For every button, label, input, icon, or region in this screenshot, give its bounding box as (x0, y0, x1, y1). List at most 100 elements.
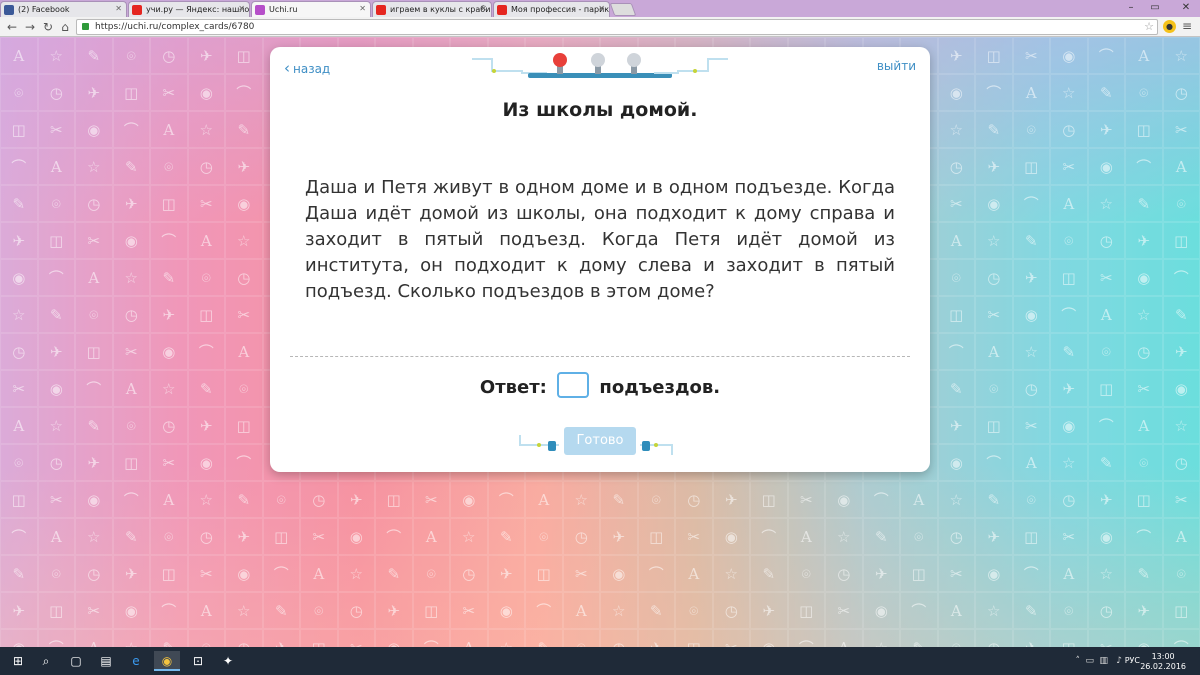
pattern-tile: ◫ (225, 407, 263, 444)
pattern-tile: A (0, 37, 38, 74)
tab-facebook[interactable]: (2) Facebook ✕ (0, 1, 127, 17)
exit-link[interactable]: выйти (877, 59, 916, 73)
close-window-icon[interactable]: ✕ (1172, 0, 1200, 16)
pattern-tile: ☆ (187, 111, 225, 148)
pattern-tile: ⌾ (187, 629, 225, 647)
back-link[interactable]: ‹ назад (284, 59, 330, 77)
pattern-tile: A (1012, 444, 1050, 481)
pattern-tile: ◷ (187, 518, 225, 555)
close-tab-icon[interactable]: ✕ (480, 4, 487, 13)
language-indicator[interactable]: РУС (1125, 656, 1140, 665)
pattern-tile: ⌒ (37, 629, 75, 647)
app-icon[interactable]: ✦ (218, 651, 238, 671)
forward-arrow-icon[interactable]: → (22, 19, 38, 35)
store-icon[interactable]: ⊡ (188, 651, 208, 671)
pattern-tile: ✂ (1087, 629, 1125, 647)
pattern-tile: ◉ (712, 518, 750, 555)
pattern-tile: ☆ (1087, 555, 1125, 592)
pattern-tile: ⌾ (1087, 333, 1125, 370)
pattern-tile: ☆ (1050, 444, 1088, 481)
volume-icon[interactable]: ♪ (1116, 656, 1122, 666)
pattern-tile: ✎ (37, 296, 75, 333)
pattern-tile: ◫ (637, 518, 675, 555)
back-arrow-icon[interactable]: ← (4, 19, 20, 35)
pattern-tile: ✎ (0, 185, 38, 222)
pattern-tile: A (150, 111, 188, 148)
pattern-tile: ⌒ (1012, 185, 1050, 222)
minimize-icon[interactable]: – (1120, 0, 1142, 16)
pattern-tile: ✈ (975, 148, 1013, 185)
reload-icon[interactable]: ↻ (40, 19, 56, 35)
close-tab-icon[interactable]: ✕ (598, 4, 605, 13)
pattern-tile: A (525, 481, 563, 518)
pattern-tile: ✂ (450, 592, 488, 629)
maximize-icon[interactable]: ▭ (1144, 0, 1166, 16)
new-tab-button[interactable] (609, 3, 637, 16)
pattern-tile: ✎ (1012, 222, 1050, 259)
pattern-tile: ✈ (1050, 370, 1088, 407)
chrome-icon[interactable]: ◉ (154, 651, 180, 671)
pattern-tile: ◷ (150, 37, 188, 74)
windows-start-icon[interactable]: ⊞ (8, 651, 28, 671)
pattern-tile: ✂ (937, 185, 975, 222)
pattern-tile: ◉ (225, 555, 263, 592)
tab-yandex-dolls[interactable]: играем в куклы с крабик ✕ (372, 1, 492, 17)
pattern-tile: ⌾ (225, 370, 263, 407)
pattern-tile: ◫ (900, 555, 938, 592)
extension-icon[interactable]: ● (1163, 20, 1176, 33)
pattern-tile: ✎ (75, 37, 113, 74)
pattern-tile: A (1050, 555, 1088, 592)
pattern-tile: A (1162, 518, 1200, 555)
edge-icon[interactable]: e (126, 651, 146, 671)
address-bar[interactable]: https://uchi.ru/complex_cards/6780 ☆ (76, 19, 1158, 35)
pattern-tile: ⌾ (1012, 481, 1050, 518)
search-icon[interactable]: ⌕ (36, 651, 56, 671)
pattern-tile: ◉ (37, 370, 75, 407)
chevron-left-icon: ‹ (284, 59, 290, 77)
pattern-tile: ◷ (300, 481, 338, 518)
done-button[interactable]: Готово (564, 427, 636, 455)
pattern-tile: ⌒ (1050, 296, 1088, 333)
pattern-tile: ◉ (1050, 407, 1088, 444)
progress-indicator (472, 53, 728, 78)
pattern-tile: ◫ (187, 296, 225, 333)
task-view-icon[interactable]: ▢ (66, 651, 86, 671)
home-icon[interactable]: ⌂ (57, 19, 73, 35)
pattern-tile: ◷ (225, 629, 263, 647)
notifications-icon[interactable]: ▭ (1085, 656, 1094, 666)
problem-text: Даша и Петя живут в одном доме и в одном… (305, 177, 895, 302)
tab-yandex-search[interactable]: учи.ру — Яндекс: нашлос ✕ (128, 1, 250, 17)
pattern-tile: ⌒ (1125, 148, 1163, 185)
progress-bulb (591, 53, 605, 67)
pattern-tile: ✎ (900, 629, 938, 647)
pattern-tile: ◫ (150, 555, 188, 592)
clock-time: 13:00 (1151, 652, 1175, 661)
show-hidden-icon[interactable]: ˄ (1076, 656, 1081, 666)
pattern-tile: ⌒ (37, 259, 75, 296)
pattern-tile: A (450, 629, 488, 647)
pattern-tile: ✂ (1050, 518, 1088, 555)
clock[interactable]: 13:00 26.02.2016 (1140, 652, 1186, 672)
tab-uchi[interactable]: Uchi.ru ✕ (251, 1, 371, 17)
pattern-tile: ☆ (37, 37, 75, 74)
explorer-icon[interactable]: ▤ (96, 651, 116, 671)
pattern-tile: ✎ (1125, 185, 1163, 222)
pattern-tile: A (225, 333, 263, 370)
close-tab-icon[interactable]: ✕ (238, 4, 245, 13)
tab-youtube[interactable]: Моя профессия - парикм ✕ (493, 1, 610, 17)
network-icon[interactable]: ▥ (1099, 656, 1108, 666)
pattern-tile: ◫ (0, 481, 38, 518)
pattern-tile: ✂ (1162, 111, 1200, 148)
answer-input[interactable] (557, 372, 590, 398)
pattern-tile: ◷ (150, 407, 188, 444)
pattern-tile: ⌾ (262, 481, 300, 518)
menu-icon[interactable]: ≡ (1182, 19, 1192, 33)
pattern-tile: ◷ (37, 444, 75, 481)
pattern-tile: ✎ (750, 555, 788, 592)
close-tab-icon[interactable]: ✕ (115, 4, 122, 13)
pattern-tile: ☆ (225, 222, 263, 259)
bookmark-star-icon[interactable]: ☆ (1144, 20, 1154, 34)
close-tab-icon[interactable]: ✕ (359, 4, 366, 13)
pattern-tile: ◫ (787, 592, 825, 629)
pattern-tile: ✈ (262, 629, 300, 647)
